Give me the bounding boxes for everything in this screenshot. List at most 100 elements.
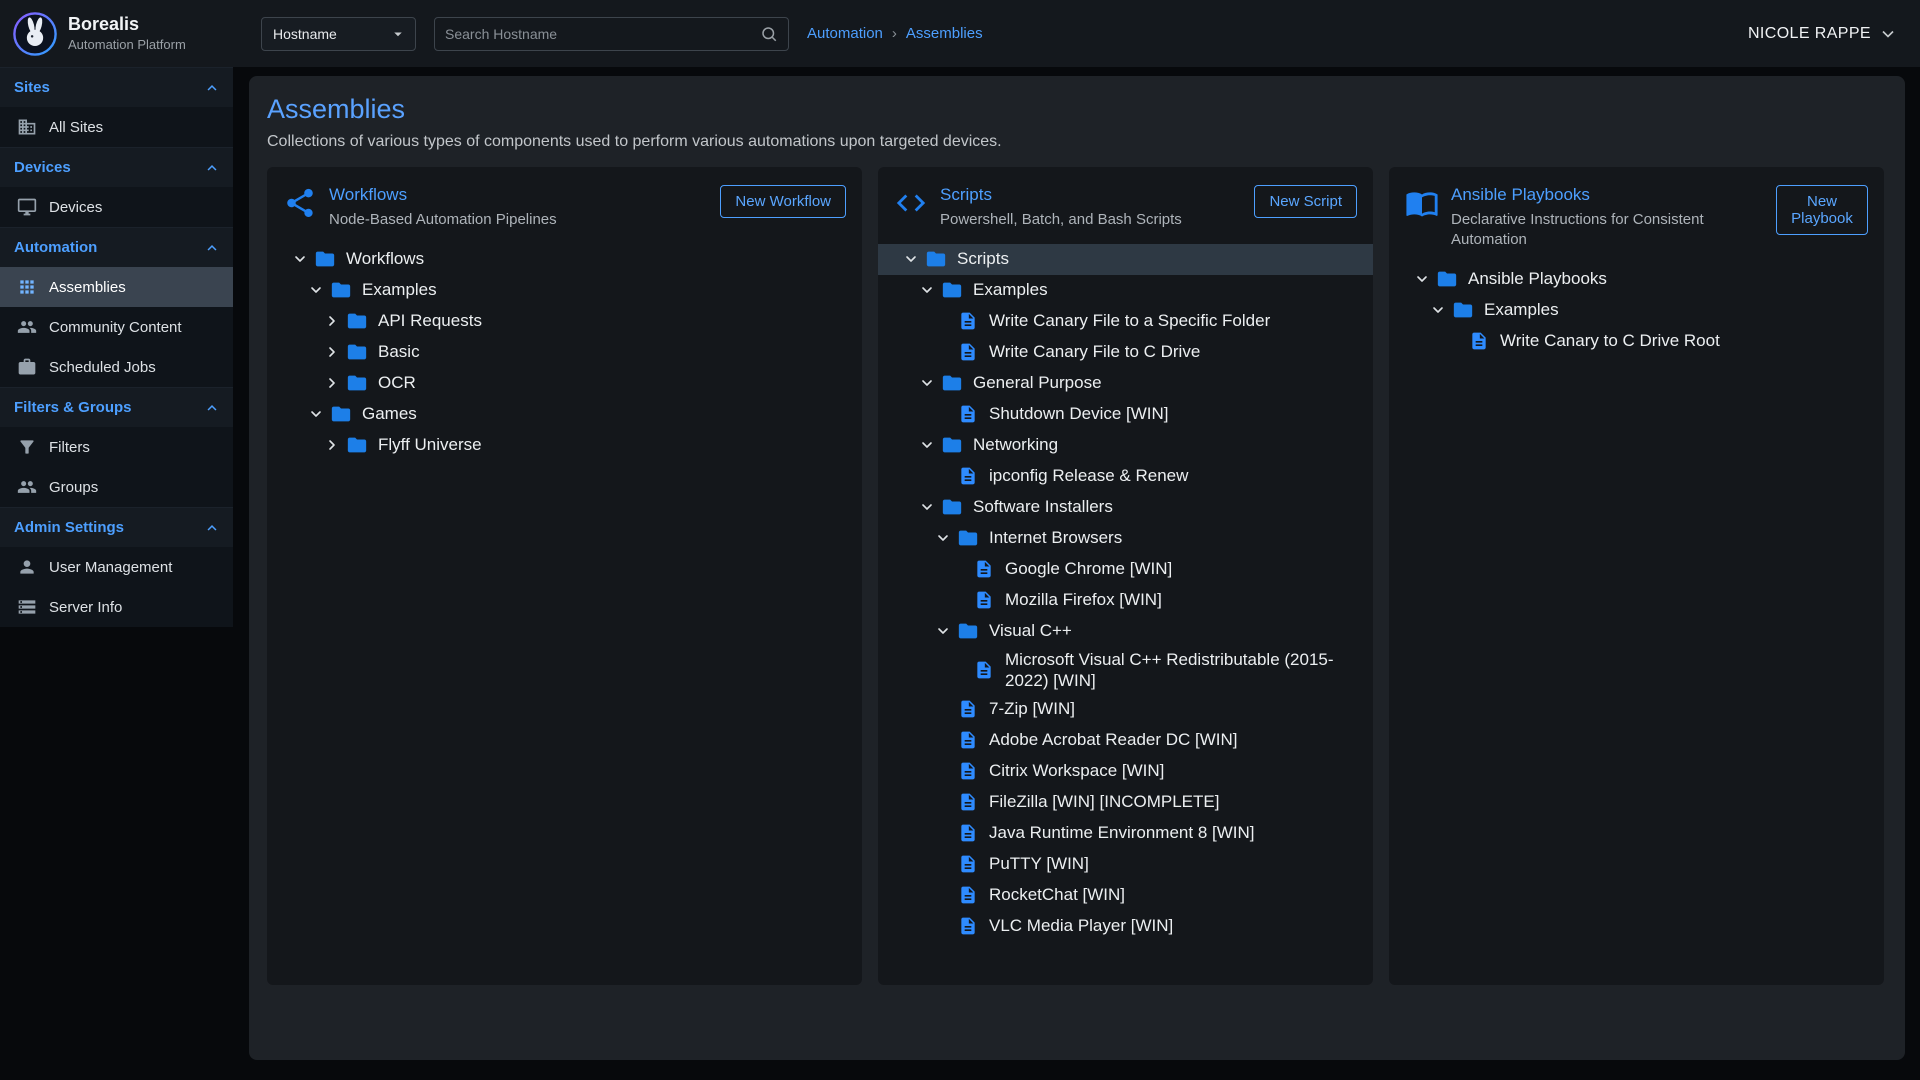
sidebar-item-devices[interactable]: Devices (0, 187, 233, 227)
briefcase-icon (17, 357, 37, 377)
chevron-down-icon[interactable] (303, 406, 329, 422)
brand-text: Borealis Automation Platform (68, 15, 186, 52)
sidebar-section-admin-settings[interactable]: Admin Settings (0, 507, 233, 547)
tree-item[interactable]: RocketChat [WIN] (878, 879, 1373, 910)
sidebar-item-groups[interactable]: Groups (0, 467, 233, 507)
tree-item[interactable]: Examples (267, 275, 862, 306)
topbar: Hostname Automation › Assemblies NICOLE … (233, 0, 1920, 67)
tree-item[interactable]: Write Canary File to a Specific Folder (878, 306, 1373, 337)
tree-item[interactable]: Basic (267, 337, 862, 368)
brand-header[interactable]: Borealis Automation Platform (0, 0, 233, 67)
tree-item-label: Write Canary to C Drive Root (1500, 328, 1720, 353)
file-icon (956, 916, 980, 936)
sidebar-section-sites[interactable]: Sites (0, 67, 233, 107)
tree-item[interactable]: Scripts (878, 244, 1373, 275)
tree-item[interactable]: Java Runtime Environment 8 [WIN] (878, 817, 1373, 848)
sidebar-item-all-sites[interactable]: All Sites (0, 107, 233, 147)
chevron-down-icon[interactable] (914, 375, 940, 391)
content-panel: Assemblies Collections of various types … (249, 76, 1905, 1060)
tree-item[interactable]: Microsoft Visual C++ Redistributable (20… (878, 647, 1373, 694)
tree-item[interactable]: Games (267, 399, 862, 430)
sidebar-item-user-management[interactable]: User Management (0, 547, 233, 587)
tree-item-label: VLC Media Player [WIN] (989, 913, 1173, 938)
breadcrumb-assemblies[interactable]: Assemblies (906, 25, 983, 42)
chevron-down-icon[interactable] (1409, 271, 1435, 287)
folder-icon (1451, 299, 1475, 321)
new-script-button[interactable]: New Script (1254, 185, 1357, 218)
sidebar-item-filters[interactable]: Filters (0, 427, 233, 467)
tree-item[interactable]: General Purpose (878, 368, 1373, 399)
page-title: Assemblies (267, 94, 1887, 125)
chevron-down-icon[interactable] (930, 623, 956, 639)
hostname-select-value: Hostname (273, 26, 337, 42)
tree-item[interactable]: Adobe Acrobat Reader DC [WIN] (878, 724, 1373, 755)
sidebar-section-automation[interactable]: Automation (0, 227, 233, 267)
tree-item[interactable]: VLC Media Player [WIN] (878, 910, 1373, 941)
chevron-right-icon[interactable] (319, 313, 345, 329)
tree-item[interactable]: Examples (878, 275, 1373, 306)
hostname-select[interactable]: Hostname (261, 17, 416, 51)
chevron-right-icon[interactable] (319, 344, 345, 360)
tree-item[interactable]: PuTTY [WIN] (878, 848, 1373, 879)
search-box (434, 17, 789, 51)
chevron-down-icon[interactable] (914, 282, 940, 298)
sidebar-section-filters-groups[interactable]: Filters & Groups (0, 387, 233, 427)
tree-item-label: OCR (378, 370, 416, 395)
search-input[interactable] (445, 26, 760, 42)
tree-item-label: PuTTY [WIN] (989, 851, 1089, 876)
tree-item-label: Examples (1484, 297, 1559, 322)
workflows-card-subtitle: Node-Based Automation Pipelines (329, 210, 708, 230)
tree-item[interactable]: API Requests (267, 306, 862, 337)
tree-item[interactable]: OCR (267, 368, 862, 399)
tree-item-label: Java Runtime Environment 8 [WIN] (989, 820, 1254, 845)
tree-item[interactable]: FileZilla [WIN] [INCOMPLETE] (878, 786, 1373, 817)
chevron-down-icon[interactable] (287, 251, 313, 267)
new-playbook-button[interactable]: New Playbook (1776, 185, 1868, 235)
tree-item[interactable]: Networking (878, 430, 1373, 461)
breadcrumb-automation[interactable]: Automation (807, 25, 883, 42)
tree-item[interactable]: Citrix Workspace [WIN] (878, 755, 1373, 786)
tree-item[interactable]: Shutdown Device [WIN] (878, 399, 1373, 430)
file-icon (956, 342, 980, 362)
chevron-down-icon[interactable] (898, 251, 924, 267)
breadcrumb: Automation › Assemblies (807, 25, 983, 42)
file-icon (956, 730, 980, 750)
tree-item-label: Workflows (346, 246, 424, 271)
sidebar-item-community-content[interactable]: Community Content (0, 307, 233, 347)
tree-item[interactable]: Google Chrome [WIN] (878, 554, 1373, 585)
file-icon (956, 854, 980, 874)
tree-item[interactable]: Write Canary to C Drive Root (1389, 325, 1884, 356)
tree-item[interactable]: 7-Zip [WIN] (878, 693, 1373, 724)
chevron-down-icon[interactable] (303, 282, 329, 298)
sidebar-section-devices[interactable]: Devices (0, 147, 233, 187)
sidebar-section-label: Sites (14, 79, 50, 96)
chevron-down-icon[interactable] (914, 437, 940, 453)
tree-item[interactable]: Mozilla Firefox [WIN] (878, 585, 1373, 616)
chevron-right-icon[interactable] (319, 375, 345, 391)
chevron-down-icon[interactable] (914, 499, 940, 515)
cards-row: Workflows Node-Based Automation Pipeline… (267, 167, 1887, 985)
tree-item[interactable]: Visual C++ (878, 616, 1373, 647)
sidebar-item-server-info[interactable]: Server Info (0, 587, 233, 627)
tree-item-label: API Requests (378, 308, 482, 333)
tree-item[interactable]: Write Canary File to C Drive (878, 337, 1373, 368)
tree-item-label: Networking (973, 432, 1058, 457)
chevron-down-icon[interactable] (930, 530, 956, 546)
user-menu[interactable]: NICOLE RAPPE (1748, 24, 1898, 44)
tree-item[interactable]: Flyff Universe (267, 430, 862, 461)
tree-item[interactable]: Internet Browsers (878, 523, 1373, 554)
chevron-up-icon (203, 159, 221, 177)
tree-item-label: Write Canary File to a Specific Folder (989, 308, 1270, 333)
new-workflow-button[interactable]: New Workflow (720, 185, 846, 218)
tree-item[interactable]: Software Installers (878, 492, 1373, 523)
tree-item[interactable]: Examples (1389, 294, 1884, 325)
sidebar-item-scheduled-jobs[interactable]: Scheduled Jobs (0, 347, 233, 387)
tree-item[interactable]: ipconfig Release & Renew (878, 461, 1373, 492)
folder-icon (329, 403, 353, 425)
sidebar-item-assemblies[interactable]: Assemblies (0, 267, 233, 307)
sidebar-section-label: Devices (14, 159, 71, 176)
chevron-down-icon[interactable] (1425, 302, 1451, 318)
tree-item[interactable]: Ansible Playbooks (1389, 263, 1884, 294)
tree-item[interactable]: Workflows (267, 244, 862, 275)
chevron-right-icon[interactable] (319, 437, 345, 453)
